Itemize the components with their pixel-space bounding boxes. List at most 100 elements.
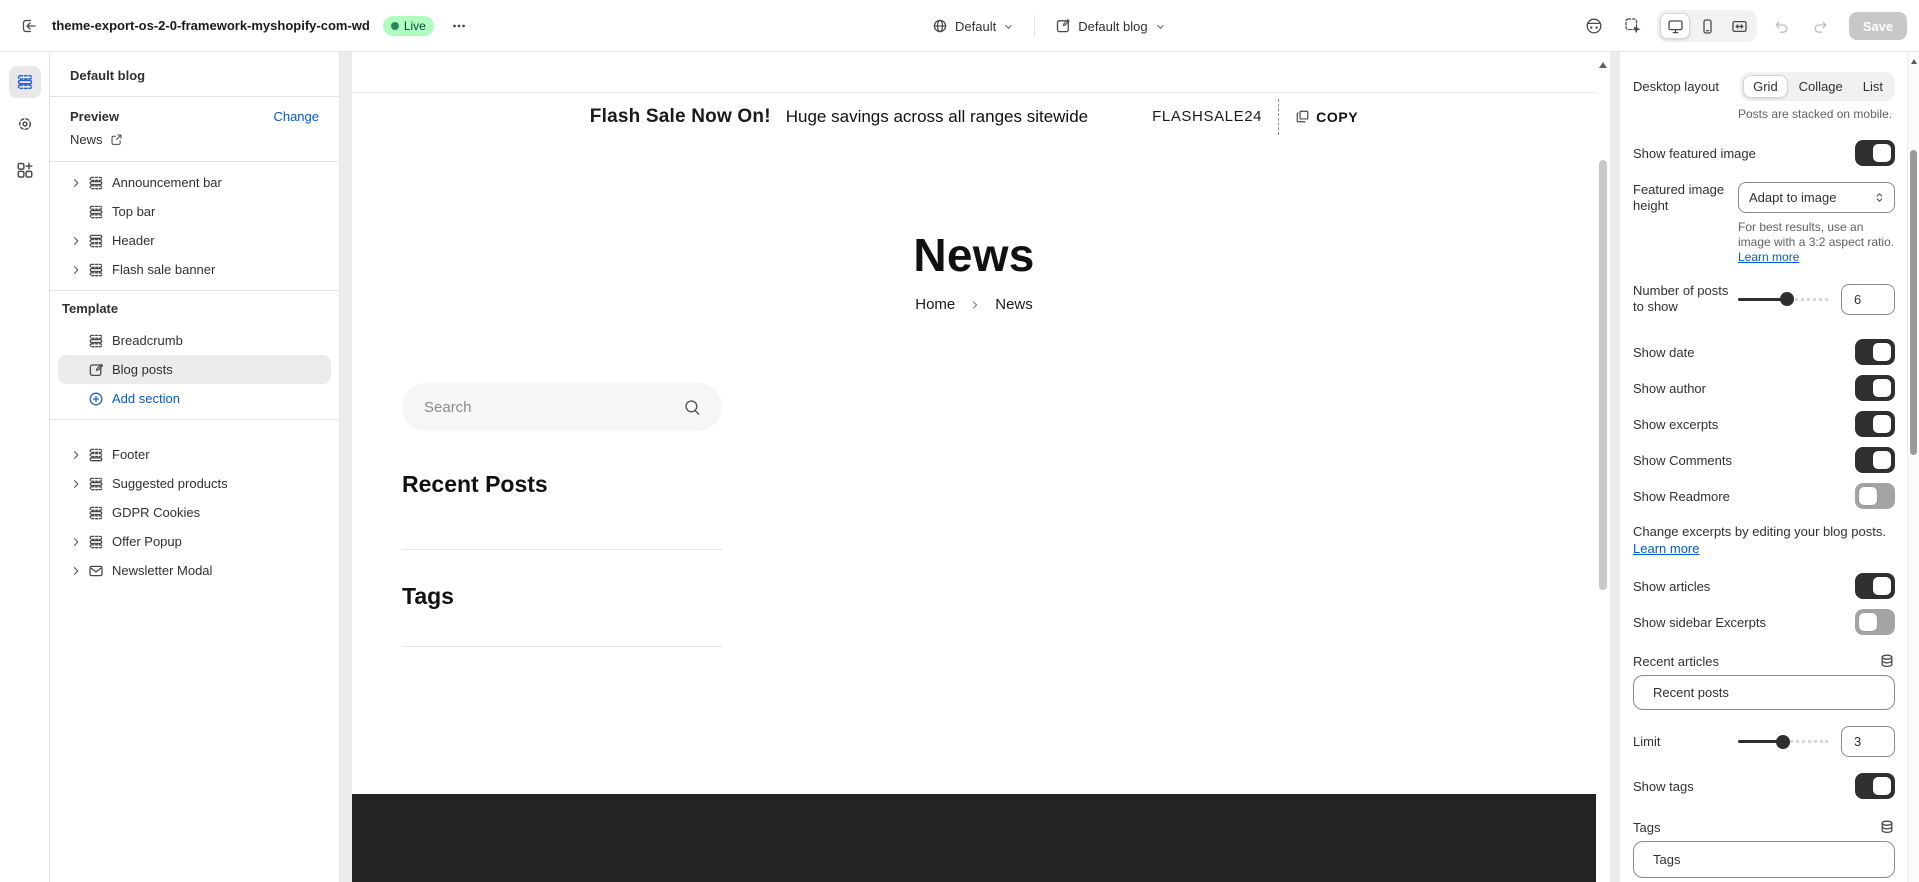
show-readmore-label: Show Readmore bbox=[1633, 489, 1730, 504]
sidebar-item-label: Offer Popup bbox=[112, 534, 182, 549]
sidebar-item-label: Top bar bbox=[112, 204, 155, 219]
gear-icon bbox=[16, 115, 34, 133]
envelope-icon bbox=[88, 563, 104, 579]
show-excerpts-toggle[interactable] bbox=[1855, 411, 1895, 437]
slider-thumb[interactable] bbox=[1776, 735, 1790, 749]
limit-slider[interactable] bbox=[1738, 735, 1828, 749]
posts-count-input[interactable] bbox=[1841, 284, 1895, 315]
desktop-preview-button[interactable] bbox=[1660, 13, 1690, 39]
show-featured-image-toggle[interactable] bbox=[1855, 140, 1895, 166]
flash-sale-banner[interactable]: Flash Sale Now On! Huge savings across a… bbox=[352, 92, 1596, 140]
sidebar-item-announcement-bar[interactable]: Announcement bar bbox=[58, 168, 331, 197]
layout-grid-option[interactable]: Grid bbox=[1743, 75, 1788, 98]
limit-count-input[interactable] bbox=[1841, 726, 1895, 757]
layout-list-option[interactable]: List bbox=[1854, 75, 1892, 98]
mobile-preview-button[interactable] bbox=[1692, 13, 1722, 39]
preview-scrollbar[interactable] bbox=[1596, 52, 1610, 882]
recent-articles-input[interactable] bbox=[1633, 675, 1895, 710]
search-input[interactable] bbox=[424, 399, 683, 416]
toggle-knob bbox=[1859, 613, 1877, 631]
section-icon bbox=[88, 505, 104, 521]
learn-more-link[interactable]: Learn more bbox=[1633, 541, 1699, 556]
change-preview-link[interactable]: Change bbox=[273, 109, 319, 124]
sections-panel-button[interactable] bbox=[9, 66, 41, 98]
show-readmore-toggle[interactable] bbox=[1855, 483, 1895, 509]
show-date-toggle[interactable] bbox=[1855, 339, 1895, 365]
theme-settings-button[interactable] bbox=[9, 108, 41, 140]
app-blocks-button[interactable] bbox=[9, 154, 41, 186]
sidebar-item-flash-sale-banner[interactable]: Flash sale banner bbox=[58, 255, 331, 284]
panel-scrollbar[interactable] bbox=[1907, 52, 1919, 882]
sidebar-item-breadcrumb[interactable]: Breadcrumb bbox=[58, 326, 331, 355]
style-selector-label: Default bbox=[955, 19, 996, 34]
panel-scrollbar-thumb[interactable] bbox=[1910, 150, 1917, 455]
layout-collage-option[interactable]: Collage bbox=[1790, 75, 1852, 98]
banner-dashed-divider bbox=[1278, 99, 1279, 135]
sidebar-item-suggested-products[interactable]: Suggested products bbox=[58, 469, 331, 498]
inspector-cursor-icon bbox=[1624, 17, 1642, 35]
show-tags-toggle[interactable] bbox=[1855, 773, 1895, 799]
sidebar-item-blog-posts[interactable]: Blog posts bbox=[58, 355, 331, 384]
tags-input[interactable] bbox=[1633, 841, 1895, 878]
excerpts-note: Change excerpts by editing your blog pos… bbox=[1633, 523, 1895, 557]
sidebar-item-newsletter-modal[interactable]: Newsletter Modal bbox=[58, 556, 331, 585]
sidebar-item-footer[interactable]: Footer bbox=[58, 440, 331, 469]
apps-plus-icon bbox=[16, 161, 34, 179]
preview-divider bbox=[402, 549, 722, 550]
posts-count-slider[interactable] bbox=[1738, 292, 1828, 306]
undo-button[interactable] bbox=[1766, 11, 1796, 41]
preview-page-link[interactable]: News bbox=[70, 132, 319, 147]
toggle-knob bbox=[1859, 487, 1877, 505]
chevron-right-icon bbox=[70, 177, 82, 189]
theme-style-selector[interactable]: Default bbox=[926, 13, 1020, 39]
show-author-toggle[interactable] bbox=[1855, 375, 1895, 401]
recent-posts-heading: Recent Posts bbox=[402, 471, 722, 498]
featured-image-height-select[interactable]: Adapt to image bbox=[1738, 182, 1895, 213]
help-text: Posts are stacked on mobile. bbox=[1738, 107, 1895, 122]
redo-button[interactable] bbox=[1805, 11, 1835, 41]
top-bar-right: Save bbox=[1579, 0, 1907, 52]
sidebar-item-offer-popup[interactable]: Offer Popup bbox=[58, 527, 331, 556]
sidebar-item-label: Footer bbox=[112, 447, 150, 462]
breadcrumb-home-link[interactable]: Home bbox=[915, 296, 955, 313]
slider-fill bbox=[1738, 740, 1779, 743]
page-edit-icon bbox=[1055, 18, 1071, 34]
slider-fill bbox=[1738, 298, 1783, 301]
fullscreen-preview-button[interactable] bbox=[1724, 13, 1754, 39]
show-articles-toggle[interactable] bbox=[1855, 573, 1895, 599]
template-selector[interactable]: Default blog bbox=[1049, 13, 1171, 39]
sidebar-item-gdpr-cookies[interactable]: GDPR Cookies bbox=[58, 498, 331, 527]
exit-editor-button[interactable] bbox=[14, 11, 44, 41]
show-sidebar-excerpts-toggle[interactable] bbox=[1855, 609, 1895, 635]
external-link-icon bbox=[110, 133, 123, 146]
show-sidebar-excerpts-label: Show sidebar Excerpts bbox=[1633, 615, 1766, 630]
dynamic-source-icon[interactable] bbox=[1879, 819, 1895, 835]
inspector-button[interactable] bbox=[1618, 11, 1648, 41]
preview-scrollbar-thumb[interactable] bbox=[1599, 160, 1607, 590]
show-comments-label: Show Comments bbox=[1633, 453, 1732, 468]
sidebar-title: Default blog bbox=[50, 52, 339, 96]
add-section-button[interactable]: Add section bbox=[58, 384, 331, 413]
sidebar-item-header[interactable]: Header bbox=[58, 226, 331, 255]
show-author-label: Show author bbox=[1633, 381, 1706, 396]
desktop-layout-label: Desktop layout bbox=[1633, 79, 1719, 94]
copy-code-button[interactable]: COPY bbox=[1295, 109, 1358, 125]
slider-thumb[interactable] bbox=[1780, 292, 1794, 306]
live-status-badge: Live bbox=[383, 16, 434, 36]
sections-tree-top: Announcement bar Top bar Header bbox=[50, 162, 339, 290]
scroll-up-arrow-icon[interactable] bbox=[1599, 62, 1607, 68]
top-bar: theme-export-os-2-0-framework-myshopify-… bbox=[0, 0, 1919, 52]
sidebar-item-top-bar[interactable]: Top bar bbox=[58, 197, 331, 226]
show-readmore-row: Show Readmore bbox=[1633, 483, 1895, 509]
more-actions-button[interactable] bbox=[444, 11, 474, 41]
dynamic-source-icon[interactable] bbox=[1879, 653, 1895, 669]
scroll-up-arrow-icon[interactable] bbox=[1911, 59, 1917, 64]
save-button[interactable]: Save bbox=[1849, 12, 1907, 40]
show-excerpts-label: Show excerpts bbox=[1633, 417, 1718, 432]
learn-more-link[interactable]: Learn more bbox=[1738, 250, 1799, 264]
sidebar-item-label: Breadcrumb bbox=[112, 333, 183, 348]
show-comments-toggle[interactable] bbox=[1855, 447, 1895, 473]
blog-sidebar-column: Recent Posts Tags bbox=[402, 383, 722, 647]
app-embeds-button[interactable] bbox=[1579, 11, 1609, 41]
search-icon[interactable] bbox=[683, 398, 702, 417]
